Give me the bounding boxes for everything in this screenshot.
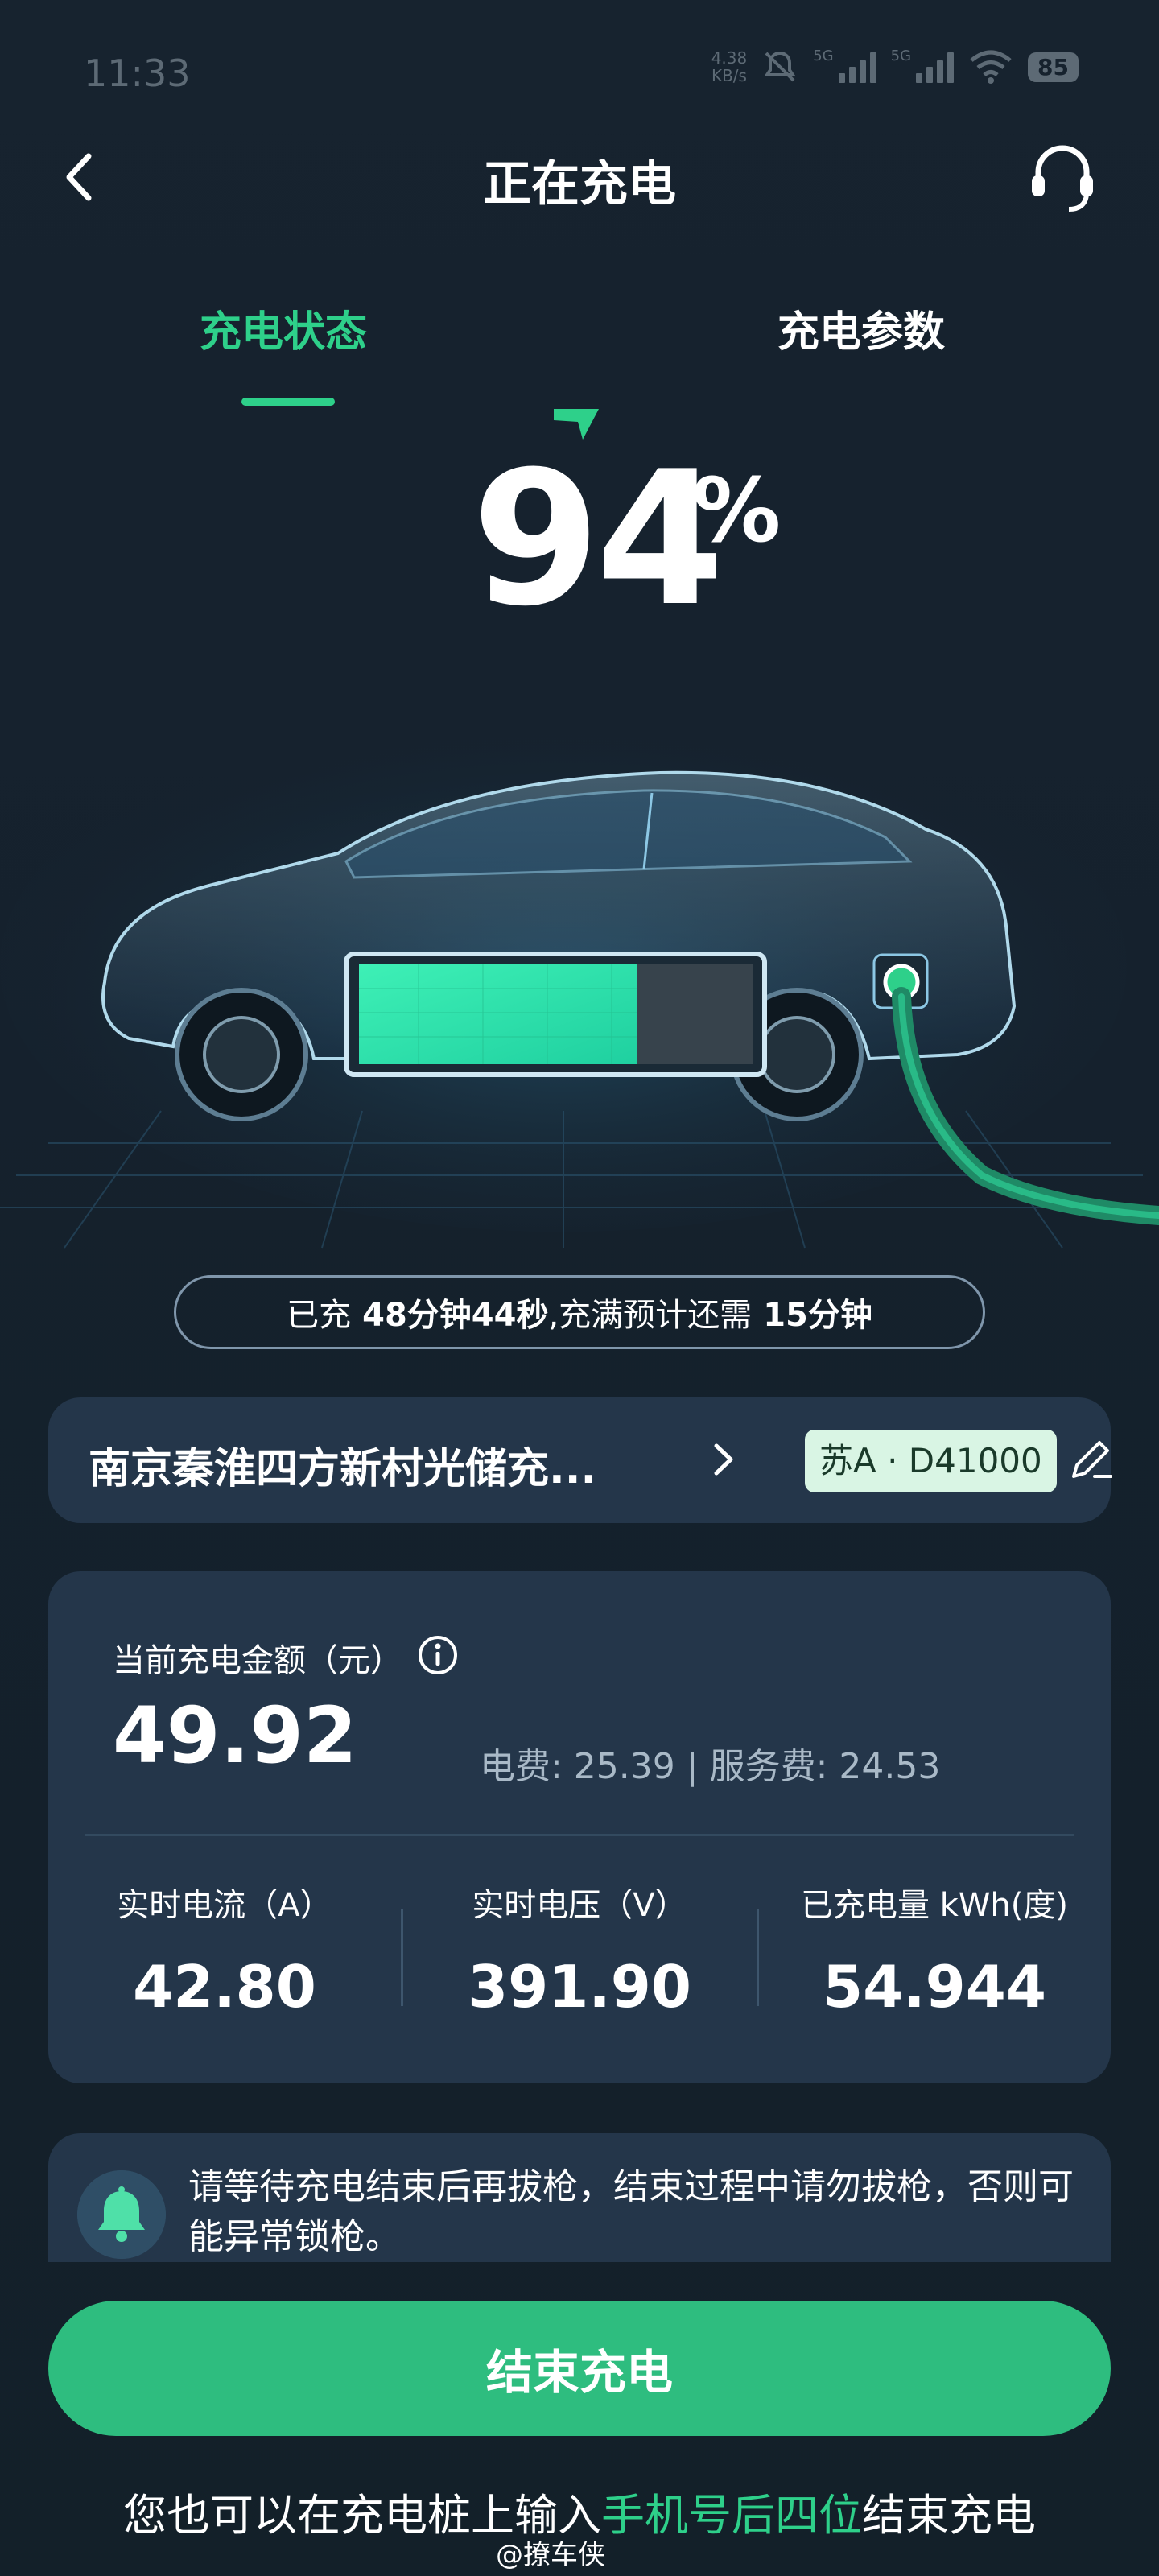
station-card[interactable]: 南京秦淮四方新村光储充... 苏A · D41000	[48, 1397, 1112, 1523]
metric-energy: 已充电量 kWh(度) 54.944	[777, 1879, 1091, 2021]
fee-card: 当前充电金额（元） 49.92 电费: 25.39 | 服务费: 24.53 实…	[48, 1571, 1111, 2083]
battery-pack-icon	[344, 952, 767, 1077]
network-type-1: 5G	[813, 47, 834, 64]
bell-muted-icon	[764, 51, 796, 82]
bell-icon	[77, 2170, 166, 2259]
status-icons: 4.38 KB/s 5G 5G 85	[711, 47, 1079, 85]
customer-service-icon[interactable]	[1022, 137, 1103, 217]
end-charging-button[interactable]: 结束充电	[48, 2301, 1111, 2436]
watermark: @撩车侠	[496, 2539, 605, 2571]
notice-card: 请等待充电结束后再拔枪，结束过程中请勿拔枪，否则可能异常锁枪。	[48, 2133, 1111, 2262]
metric-value: 54.944	[823, 1953, 1046, 2021]
metric-label: 实时电流（A）	[117, 1887, 332, 1924]
status-bar: 11:33 4.38 KB/s 5G 5G 85	[0, 47, 1159, 97]
station-name[interactable]: 南京秦淮四方新村光储充...	[89, 1435, 596, 1495]
tab-charging-params[interactable]: 充电参数	[777, 298, 945, 358]
header: 正在充电	[0, 137, 1159, 217]
charge-percent: 94 %	[0, 402, 1159, 636]
signal-icon-1	[838, 51, 876, 83]
battery-indicator: 85	[1028, 52, 1079, 82]
divider	[85, 1834, 1074, 1836]
fee-label: 当前充电金额（元）	[113, 1642, 402, 1679]
metric-label: 实时电压（V）	[472, 1887, 687, 1924]
metric-label: 已充电量 kWh(度)	[801, 1887, 1068, 1924]
front-wheel	[175, 988, 308, 1121]
info-icon[interactable]	[417, 1634, 459, 1676]
percent-sign: %	[692, 459, 782, 562]
network-speed: 4.38 KB/s	[711, 48, 748, 85]
charging-time-summary: 已充 48分钟44秒 ,充满预计还需 15分钟	[174, 1275, 985, 1349]
divider	[401, 1909, 403, 2006]
tab-charging-status[interactable]: 充电状态	[200, 298, 367, 358]
metric-voltage: 实时电压（V） 391.90	[423, 1879, 736, 2021]
car-illustration	[0, 692, 1159, 1256]
metric-value: 391.90	[468, 1953, 691, 2021]
tab-bar: 充电状态 充电参数	[0, 298, 1159, 411]
edit-pencil-icon[interactable]	[1066, 1435, 1116, 1484]
signal-icon-2	[916, 51, 955, 83]
metric-value: 42.80	[133, 1953, 316, 2021]
fee-amount: 49.92	[113, 1690, 357, 1781]
chevron-right-icon[interactable]	[708, 1439, 737, 1480]
notice-text: 请等待充电结束后再拔枪，结束过程中请勿拔枪，否则可能异常锁枪。	[188, 2166, 1074, 2257]
percent-value: 94	[472, 432, 724, 647]
wifi-icon	[970, 50, 1012, 84]
metric-current: 实时电流（A） 42.80	[68, 1879, 382, 2021]
charging-page: 11:33 4.38 KB/s 5G 5G 85 正在充电 充电状态 充电参数 …	[0, 0, 1159, 2576]
fee-breakdown: 电费: 25.39 | 服务费: 24.53	[480, 1746, 941, 1787]
footer-highlight: 手机号后四位	[601, 2490, 862, 2541]
status-time: 11:33	[84, 52, 191, 95]
license-plate-badge: 苏A · D41000	[805, 1430, 1057, 1492]
page-title: 正在充电	[483, 156, 676, 213]
network-type-2: 5G	[890, 47, 912, 64]
divider	[757, 1909, 759, 2006]
